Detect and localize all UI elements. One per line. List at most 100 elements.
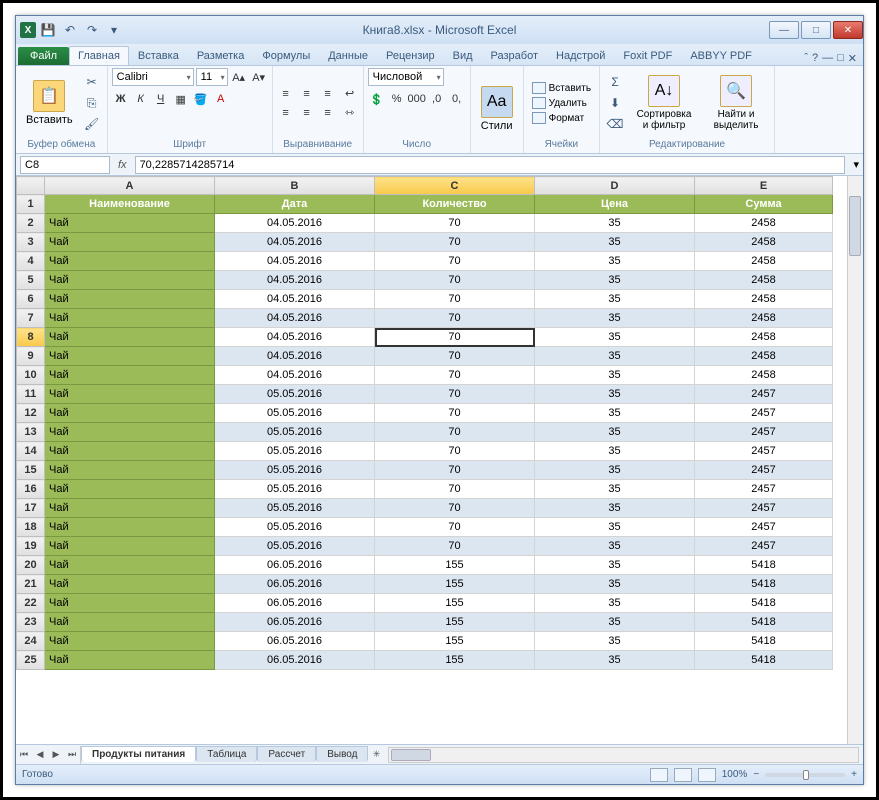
sheet-tab-2[interactable]: Рассчет xyxy=(257,746,316,762)
cell[interactable]: 05.05.2016 xyxy=(215,442,375,461)
minimize-button[interactable]: — xyxy=(769,21,799,39)
cell[interactable]: 70 xyxy=(375,271,535,290)
save-button[interactable]: 💾 xyxy=(38,20,58,40)
find-select-button[interactable]: 🔍 Найти и выделить xyxy=(702,73,770,133)
cells-group-label[interactable]: Ячейки xyxy=(528,138,595,151)
cell[interactable]: 35 xyxy=(535,404,695,423)
cell[interactable]: Чай xyxy=(45,461,215,480)
decrease-decimal-button[interactable]: 0, xyxy=(448,90,466,108)
sheet-tab-3[interactable]: Вывод xyxy=(316,746,368,762)
cell[interactable]: Чай xyxy=(45,537,215,556)
cell[interactable]: 5418 xyxy=(695,651,833,670)
cell[interactable]: 2458 xyxy=(695,233,833,252)
underline-button[interactable]: Ч xyxy=(152,90,170,108)
clipboard-group-label[interactable]: Буфер обмена xyxy=(20,138,103,151)
cell[interactable]: 155 xyxy=(375,651,535,670)
ribbon-tab-2[interactable]: Разметка xyxy=(188,46,254,65)
cell[interactable]: 05.05.2016 xyxy=(215,385,375,404)
header-cell[interactable]: Количество xyxy=(375,195,535,214)
cell[interactable]: 06.05.2016 xyxy=(215,594,375,613)
cell[interactable]: 155 xyxy=(375,575,535,594)
row-header-6[interactable]: 6 xyxy=(17,290,45,309)
ribbon-tab-5[interactable]: Рецензир xyxy=(377,46,444,65)
name-box[interactable]: C8 xyxy=(20,156,110,174)
cell[interactable]: Чай xyxy=(45,556,215,575)
cell[interactable]: 2458 xyxy=(695,214,833,233)
column-header-D[interactable]: D xyxy=(535,177,695,195)
cell[interactable]: Чай xyxy=(45,309,215,328)
grid-scroll[interactable]: ABCDE1НаименованиеДатаКоличествоЦенаСумм… xyxy=(16,176,847,744)
column-header-E[interactable]: E xyxy=(695,177,833,195)
sheet-nav-first[interactable]: ⏮ xyxy=(16,746,32,764)
doc-restore-icon[interactable]: □ xyxy=(837,52,844,65)
cell[interactable]: 35 xyxy=(535,632,695,651)
vertical-scrollbar[interactable] xyxy=(847,176,863,744)
cell[interactable]: 06.05.2016 xyxy=(215,632,375,651)
cell[interactable]: 70 xyxy=(375,214,535,233)
format-cells-button[interactable]: Формат xyxy=(528,111,595,125)
ribbon-tab-0[interactable]: Главная xyxy=(69,46,129,65)
ribbon-tab-7[interactable]: Разработ xyxy=(482,46,547,65)
cell[interactable]: Чай xyxy=(45,613,215,632)
ribbon-tab-4[interactable]: Данные xyxy=(319,46,377,65)
vscroll-thumb[interactable] xyxy=(849,196,861,256)
font-name-combo[interactable]: Calibri xyxy=(112,68,194,86)
align-top-button[interactable]: ≡ xyxy=(277,85,295,103)
header-cell[interactable]: Наименование xyxy=(45,195,215,214)
cell[interactable]: Чай xyxy=(45,290,215,309)
column-header-B[interactable]: B xyxy=(215,177,375,195)
hscroll-thumb[interactable] xyxy=(391,749,431,761)
cell[interactable]: 35 xyxy=(535,518,695,537)
cell[interactable]: 70 xyxy=(375,366,535,385)
page-break-view-button[interactable] xyxy=(698,768,716,782)
cell[interactable]: 35 xyxy=(535,233,695,252)
cell[interactable]: 70 xyxy=(375,442,535,461)
cell[interactable]: 35 xyxy=(535,328,695,347)
column-header-A[interactable]: A xyxy=(45,177,215,195)
cell[interactable]: 05.05.2016 xyxy=(215,404,375,423)
number-format-combo[interactable]: Числовой xyxy=(368,68,444,86)
sheet-nav-prev[interactable]: ◀ xyxy=(32,746,48,764)
cell[interactable]: Чай xyxy=(45,328,215,347)
cell[interactable]: 2457 xyxy=(695,480,833,499)
autosum-button[interactable]: Σ xyxy=(604,72,626,92)
cell[interactable]: 155 xyxy=(375,632,535,651)
italic-button[interactable]: К xyxy=(132,90,150,108)
zoom-slider[interactable] xyxy=(765,773,845,777)
insert-cells-button[interactable]: Вставить xyxy=(528,81,595,95)
align-left-button[interactable]: ≡ xyxy=(277,104,295,122)
cell[interactable]: 06.05.2016 xyxy=(215,613,375,632)
cell[interactable]: 2457 xyxy=(695,442,833,461)
cell[interactable]: 70 xyxy=(375,499,535,518)
currency-button[interactable]: 💲 xyxy=(368,90,386,108)
sheet-nav-next[interactable]: ▶ xyxy=(48,746,64,764)
header-cell[interactable]: Дата xyxy=(215,195,375,214)
cell[interactable]: 35 xyxy=(535,499,695,518)
cell[interactable]: 70 xyxy=(375,347,535,366)
cell[interactable]: 35 xyxy=(535,613,695,632)
column-header-C[interactable]: C xyxy=(375,177,535,195)
font-group-label[interactable]: Шрифт xyxy=(112,138,268,151)
cell[interactable]: Чай xyxy=(45,214,215,233)
cell[interactable]: 35 xyxy=(535,309,695,328)
cell[interactable]: 06.05.2016 xyxy=(215,651,375,670)
header-cell[interactable]: Сумма xyxy=(695,195,833,214)
cut-button[interactable]: ✂ xyxy=(81,72,103,92)
comma-button[interactable]: 000 xyxy=(408,90,426,108)
cell[interactable]: 2458 xyxy=(695,347,833,366)
fx-button[interactable]: fx xyxy=(114,159,131,171)
row-header-2[interactable]: 2 xyxy=(17,214,45,233)
row-header-1[interactable]: 1 xyxy=(17,195,45,214)
row-header-14[interactable]: 14 xyxy=(17,442,45,461)
close-button[interactable]: ✕ xyxy=(833,21,863,39)
decrease-font-button[interactable]: A▾ xyxy=(250,68,268,86)
align-bottom-button[interactable]: ≡ xyxy=(319,85,337,103)
doc-close-icon[interactable]: ✕ xyxy=(848,52,857,65)
cell[interactable]: Чай xyxy=(45,480,215,499)
border-button[interactable]: ▦ xyxy=(172,90,190,108)
sheet-tab-0[interactable]: Продукты питания xyxy=(81,746,196,762)
cell[interactable]: 04.05.2016 xyxy=(215,214,375,233)
cell[interactable]: Чай xyxy=(45,442,215,461)
cell[interactable]: 70 xyxy=(375,423,535,442)
cell[interactable]: 2457 xyxy=(695,518,833,537)
